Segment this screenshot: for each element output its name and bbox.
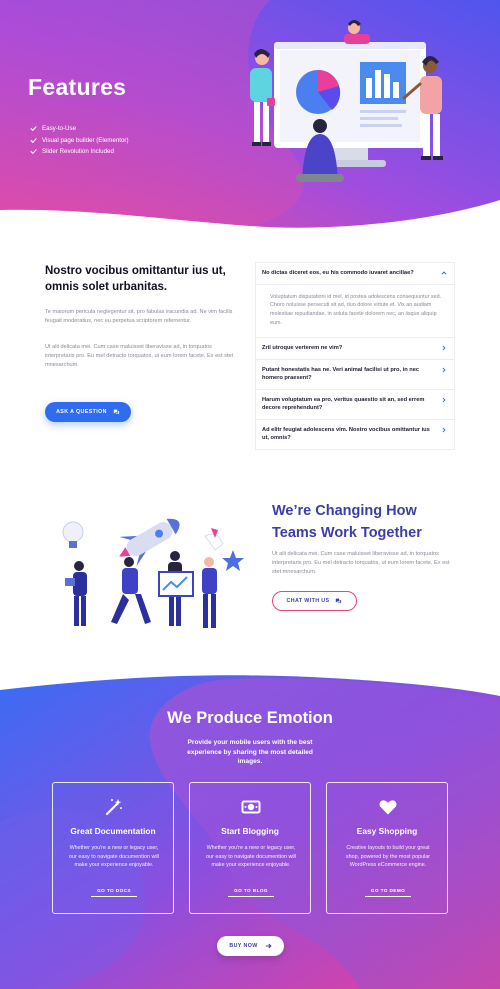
page-title: Features <box>28 74 127 100</box>
chevron-right-icon[interactable] <box>441 397 447 403</box>
team-paragraph: Ut alii delicata mei. Cum case maluisset… <box>272 551 450 575</box>
chat-icon <box>113 409 120 415</box>
feature-card-blogging: Start Blogging Whether you're a new or l… <box>189 782 311 914</box>
feature-item: Visual page builder (Elementor) <box>30 135 129 147</box>
feature-item: Slider Revolution Included <box>30 146 129 158</box>
accordion-question: Harum voluptatum ea pro, veritus quaesti… <box>262 396 425 412</box>
chat-icon <box>336 598 342 604</box>
dashboard-team-illustration <box>250 20 443 182</box>
money-bill-icon <box>241 800 261 814</box>
ask-question-button[interactable]: ASK A QUESTION <box>45 402 131 422</box>
accordion-question: Zril utroque verterem ne vim? <box>262 345 343 352</box>
magic-wand-icon <box>105 799 122 816</box>
accordion-item[interactable]: Ad elitr feugiat adolescens vim. Nostro … <box>256 418 454 449</box>
go-to-blog-link[interactable]: GO TO BLOG <box>228 888 274 897</box>
hero-section: Features Easy-to-Use Visual page builder… <box>0 0 500 232</box>
check-icon <box>30 138 37 143</box>
team-heading: We’re Changing How Teams Work Together <box>272 503 422 541</box>
feature-item: Easy-to-Use <box>30 123 129 135</box>
feature-label: Slider Revolution Included <box>42 148 114 156</box>
feature-card-documentation: Great Documentation Whether you're a new… <box>52 782 174 914</box>
ask-question-label: ASK A QUESTION <box>56 409 107 415</box>
chevron-up-icon[interactable] <box>441 270 447 276</box>
buy-now-button[interactable]: BUY NOW <box>217 936 284 956</box>
emotion-section: We Produce Emotion Provide your mobile u… <box>0 672 500 989</box>
card-text: Creative layouts to build your great sho… <box>345 845 431 869</box>
faq-accordion: No dictas diceret eos, eu his commodo iu… <box>255 262 455 450</box>
emotion-title: We Produce Emotion <box>167 709 333 727</box>
chevron-right-icon[interactable] <box>441 427 447 433</box>
card-title: Easy Shopping <box>356 826 418 836</box>
team-celebration-illustration <box>62 518 244 628</box>
arrow-right-icon <box>265 943 272 949</box>
accordion-item[interactable]: No dictas diceret eos, eu his commodo iu… <box>256 263 454 284</box>
card-text: Whether you're a new or legacy user, our… <box>206 845 296 869</box>
accordion-question: No dictas diceret eos, eu his commodo iu… <box>262 270 414 276</box>
chat-with-us-button[interactable]: CHAT WITH US <box>272 591 357 611</box>
feature-label: Visual page builder (Elementor) <box>42 136 129 144</box>
faq-heading: Nostro vocibus omittantur ius ut, omnis … <box>45 265 226 293</box>
chat-with-us-label: CHAT WITH US <box>286 598 330 604</box>
card-title: Start Blogging <box>221 826 279 836</box>
accordion-item[interactable]: Putant honestatis has ne. Veri animal fa… <box>256 358 454 389</box>
feature-label: Easy-to-Use <box>42 125 77 133</box>
feature-card-shopping: Easy Shopping Creative layouts to build … <box>326 782 448 914</box>
accordion-item[interactable]: Zril utroque verterem ne vim? <box>256 337 454 359</box>
feature-list: Easy-to-Use Visual page builder (Element… <box>30 123 129 158</box>
heart-icon <box>379 800 397 815</box>
emotion-subtitle: Provide your mobile users with the best … <box>187 739 313 765</box>
accordion-answer: Voluptatum disputationi id mel, id poste… <box>256 283 454 338</box>
faq-paragraph: Ut alii delicata mei. Cum case maluisset… <box>45 344 234 368</box>
accordion-question: Putant honestatis has ne. Veri animal fa… <box>262 366 420 382</box>
chevron-right-icon[interactable] <box>441 367 447 373</box>
faq-paragraph: Te maiorum pericula neglegentur sit, pro… <box>45 309 233 324</box>
go-to-demo-link[interactable]: GO TO DEMO <box>365 888 411 897</box>
check-icon <box>30 149 37 155</box>
card-title: Great Documentation <box>70 826 156 836</box>
go-to-docs-link[interactable]: GO TO DOCS <box>91 888 137 897</box>
chevron-right-icon[interactable] <box>441 345 447 351</box>
accordion-item[interactable]: Harum voluptatum ea pro, veritus quaesti… <box>256 388 454 419</box>
buy-now-label: BUY NOW <box>229 943 258 949</box>
card-text: Whether you're a new or legacy user, our… <box>69 845 159 869</box>
accordion-question: Ad elitr feugiat adolescens vim. Nostro … <box>262 426 430 442</box>
check-icon <box>30 126 37 132</box>
